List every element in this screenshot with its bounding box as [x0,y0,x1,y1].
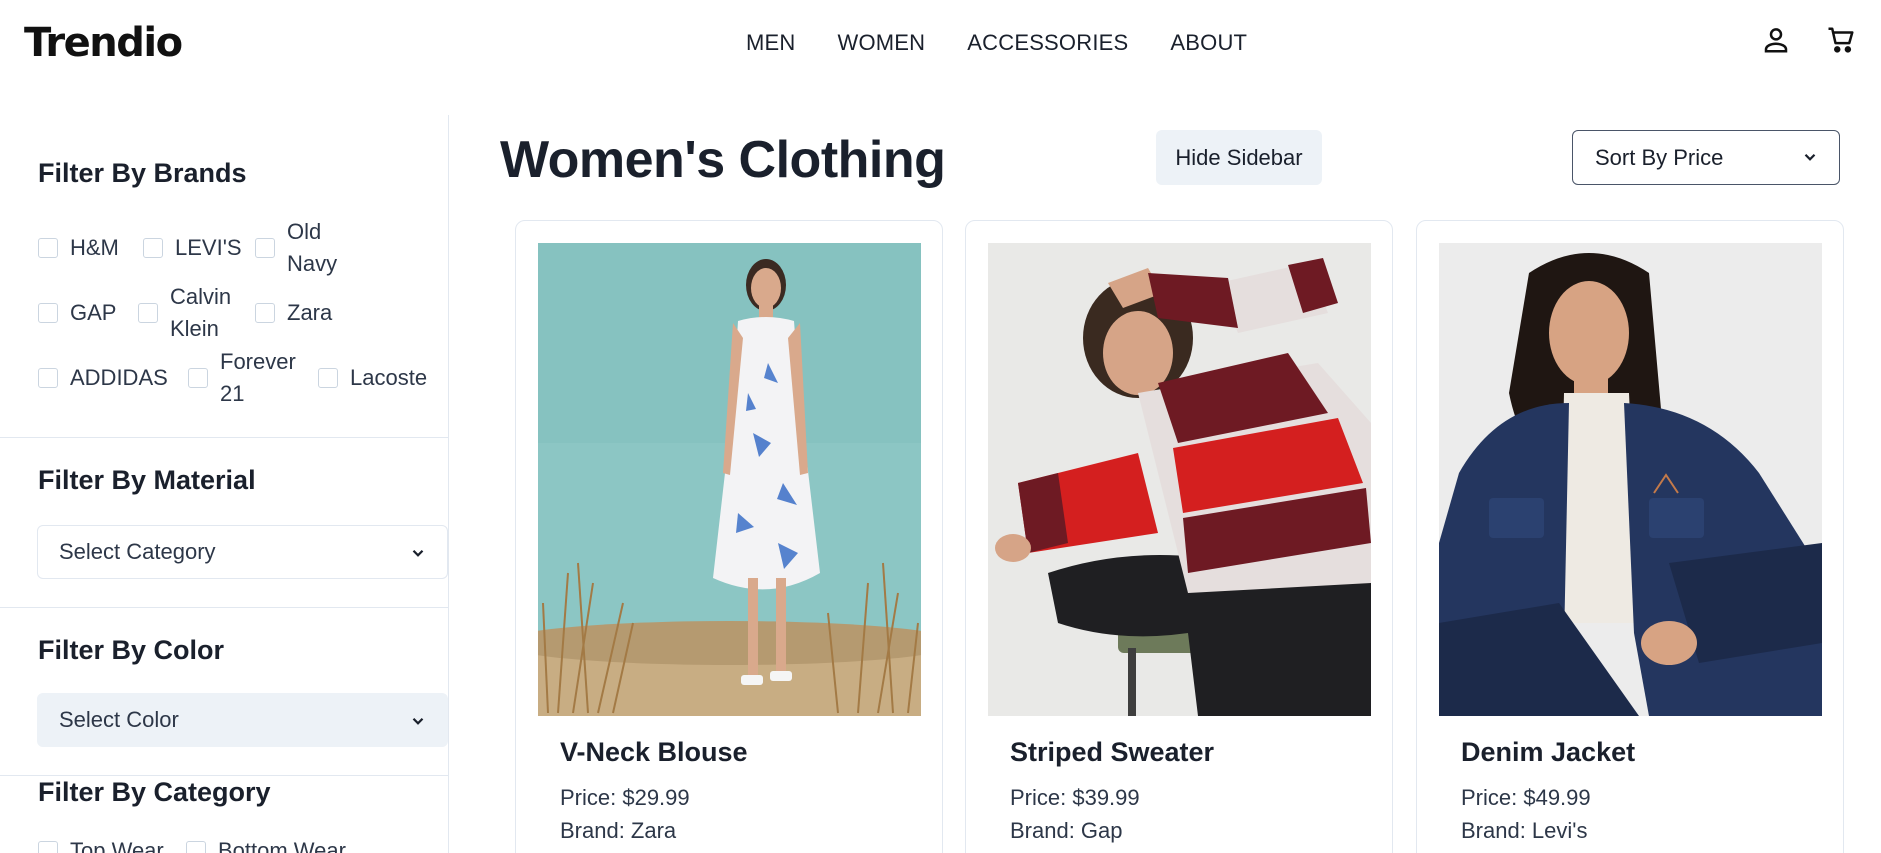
color-select-value: Select Color [59,707,179,732]
category-filter-title: Filter By Category [38,777,271,807]
product-image[interactable] [538,243,921,716]
divider [0,607,449,608]
category-label: Top Wear [70,838,164,853]
nav-link-about[interactable]: ABOUT [1170,30,1247,56]
brand-label: H&M [70,235,119,260]
product-card[interactable]: V-Neck Blouse Price: $29.99 Brand: Zara [515,220,943,853]
brand-checkbox-calvin-klein[interactable]: Calvin Klein [138,281,240,345]
product-brand: Brand: Gap [1010,818,1123,843]
brand-checkbox-addidas[interactable]: ADDIDAS [38,362,168,394]
product-name[interactable]: V-Neck Blouse [560,737,748,768]
chevron-down-icon [412,549,424,557]
checkbox[interactable] [38,303,58,323]
brand-checkbox-hm[interactable]: H&M [38,232,119,264]
logo[interactable]: Trendio [24,20,183,66]
checkbox[interactable] [38,368,58,388]
product-price: Price: $39.99 [1010,785,1140,810]
checkbox[interactable] [255,303,275,323]
category-label: Bottom Wear [218,838,346,853]
cart-icon[interactable] [1826,25,1856,55]
brand-checkbox-lacoste[interactable]: Lacoste [318,362,427,394]
site-header: Trendio MEN WOMEN ACCESSORIES ABOUT [0,0,1881,90]
product-name[interactable]: Denim Jacket [1461,737,1635,768]
checkbox[interactable] [186,841,206,853]
brand-checkbox-old-navy[interactable]: Old Navy [255,216,347,280]
brand-label: Old Navy [287,219,338,276]
brand-label: Zara [287,300,333,325]
product-card[interactable]: Denim Jacket Price: $49.99 Brand: Levi's [1416,220,1844,853]
category-checkbox-top-wear[interactable]: Top Wear [38,835,164,853]
user-icon[interactable] [1761,25,1791,55]
product-brand: Brand: Zara [560,818,677,843]
category-checkbox-bottom-wear[interactable]: Bottom Wear [186,835,346,853]
checkbox[interactable] [38,841,58,853]
checkbox[interactable] [143,238,163,258]
nav-link-accessories[interactable]: ACCESSORIES [967,30,1128,56]
checkbox[interactable] [255,238,275,258]
brand-checkbox-levis[interactable]: LEVI'S [143,232,242,264]
brands-filter-title: Filter By Brands [38,158,247,188]
sort-select[interactable]: Sort By Price [1572,130,1840,185]
chevron-down-icon [412,717,424,725]
checkbox[interactable] [318,368,338,388]
brand-checkbox-zara[interactable]: Zara [255,297,332,329]
brand-label: Calvin Klein [170,284,232,341]
nav-link-men[interactable]: MEN [746,30,796,56]
main-nav: MEN WOMEN ACCESSORIES ABOUT [746,30,1289,56]
brand-label: Lacoste [350,365,428,390]
material-select[interactable]: Select Category [37,525,448,579]
product-image[interactable] [1439,243,1822,716]
product-price: Price: $49.99 [1461,785,1591,810]
page-title: Women's Clothing [500,131,946,189]
filter-sidebar: Filter By Brands H&M LEVI'S Old Navy GAP… [0,115,449,853]
divider [0,437,449,438]
material-filter-title: Filter By Material [38,465,256,495]
brand-label: LEVI'S [175,235,242,260]
product-image[interactable] [988,243,1371,716]
checkbox[interactable] [188,368,208,388]
checkbox[interactable] [138,303,158,323]
sort-select-value: Sort By Price [1595,144,1724,170]
product-name[interactable]: Striped Sweater [1010,737,1214,768]
color-select[interactable]: Select Color [37,693,448,747]
brand-label: ADDIDAS [70,365,168,390]
brand-label: GAP [70,300,117,325]
hide-sidebar-button[interactable]: Hide Sidebar [1156,130,1322,185]
brand-checkbox-forever-21[interactable]: Forever 21 [188,346,300,410]
product-price: Price: $29.99 [560,785,690,810]
chevron-down-icon [1804,153,1816,161]
color-filter-title: Filter By Color [38,635,225,665]
brand-checkbox-gap[interactable]: GAP [38,297,116,329]
product-brand: Brand: Levi's [1461,818,1588,843]
checkbox[interactable] [38,238,58,258]
brand-label: Forever 21 [220,349,296,406]
divider [0,775,449,776]
material-select-value: Select Category [59,539,216,564]
product-card[interactable]: Striped Sweater Price: $39.99 Brand: Gap [965,220,1393,853]
nav-link-women[interactable]: WOMEN [838,30,926,56]
